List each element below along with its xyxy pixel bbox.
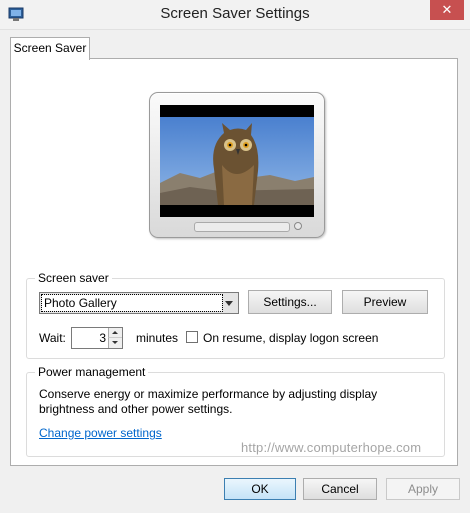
cancel-button[interactable]: Cancel bbox=[303, 478, 377, 500]
close-button[interactable]: ✕ bbox=[430, 0, 464, 20]
title-bar: Screen Saver Settings ✕ bbox=[0, 0, 470, 30]
watermark: http://www.computerhope.com bbox=[241, 440, 422, 455]
letterbox-bottom bbox=[160, 205, 314, 217]
wait-label: Wait: bbox=[39, 331, 66, 345]
resume-logon-checkbox[interactable] bbox=[186, 331, 198, 343]
settings-button[interactable]: Settings... bbox=[248, 290, 332, 314]
ok-button[interactable]: OK bbox=[224, 478, 296, 500]
screensaver-group-label: Screen saver bbox=[35, 271, 112, 285]
resume-logon-label[interactable]: On resume, display logon screen bbox=[203, 331, 378, 345]
spin-up-button[interactable] bbox=[108, 328, 122, 338]
tab-panel: Screen saver Photo Gallery Settings... P… bbox=[10, 58, 458, 466]
preview-screen bbox=[160, 105, 314, 217]
power-group-label: Power management bbox=[35, 365, 149, 379]
window-title: Screen Saver Settings bbox=[160, 5, 310, 22]
screensaver-select[interactable]: Photo Gallery bbox=[39, 292, 239, 314]
minutes-label: minutes bbox=[136, 331, 179, 345]
tab-screen-saver[interactable]: Screen Saver bbox=[10, 37, 90, 60]
wait-minutes-stepper[interactable]: 3 bbox=[71, 327, 123, 349]
monitor-bezel-slot bbox=[194, 222, 290, 232]
owl-photo bbox=[160, 117, 314, 205]
spin-down-button[interactable] bbox=[108, 338, 122, 348]
preview-button[interactable]: Preview bbox=[342, 290, 428, 314]
arrow-up-icon bbox=[112, 331, 118, 334]
apply-button[interactable]: Apply bbox=[386, 478, 460, 500]
letterbox-top bbox=[160, 105, 314, 117]
change-power-settings-link[interactable]: Change power settings bbox=[39, 426, 162, 440]
wait-minutes-value[interactable]: 3 bbox=[99, 331, 106, 345]
arrow-down-icon bbox=[112, 341, 118, 344]
monitor-power-knob bbox=[294, 222, 302, 230]
chevron-down-icon[interactable] bbox=[225, 301, 233, 306]
power-description: Conserve energy or maximize performance … bbox=[39, 387, 378, 416]
monitor-preview bbox=[149, 92, 325, 238]
screensaver-select-value: Photo Gallery bbox=[41, 294, 223, 312]
